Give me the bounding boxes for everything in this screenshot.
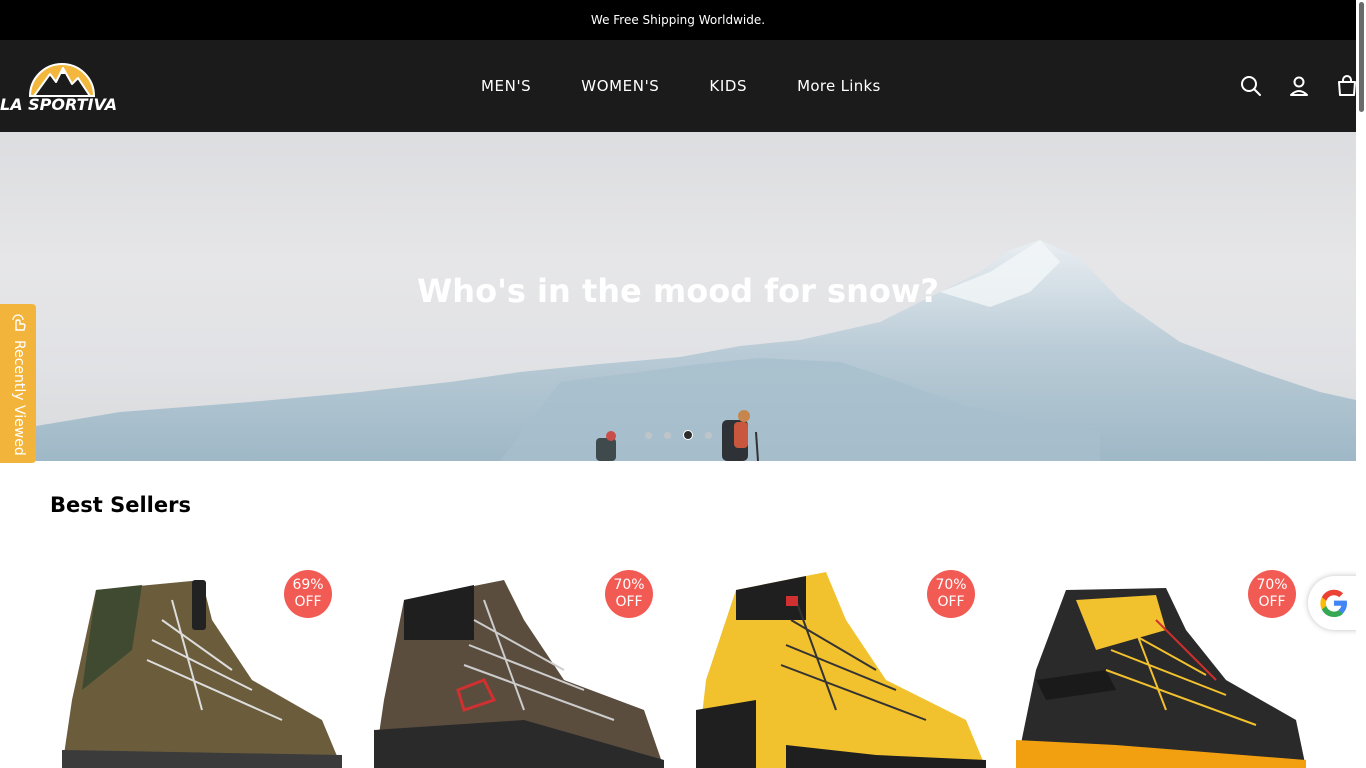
hero-title: Who's in the mood for snow? [417,272,939,310]
hero-banner[interactable]: Who's in the mood for snow? [0,132,1356,461]
recently-viewed-tab[interactable]: Recently Viewed [0,304,36,463]
slider-dot-1[interactable] [645,431,652,439]
announcement-text: We Free Shipping Worldwide. [590,13,766,27]
product-card[interactable]: 70% OFF [1016,560,1316,768]
announcement-bar: We Free Shipping Worldwide. [0,0,1356,40]
product-card[interactable]: 70% OFF [696,560,996,768]
discount-badge: 70% OFF [927,570,975,618]
account-icon[interactable] [1287,74,1311,98]
google-icon [1318,587,1350,623]
main-nav: MEN'S WOMEN'S KIDS More Links [456,40,906,132]
hand-tap-icon [10,314,26,336]
site-header: LA SPORTIVA MEN'S WOMEN'S KIDS More Link… [0,40,1356,132]
best-sellers-title: Best Sellers [50,493,191,517]
search-icon[interactable] [1239,74,1263,98]
svg-text:LA SPORTIVA: LA SPORTIVA [0,95,117,114]
page-scrollbar[interactable] [1356,0,1366,768]
nav-kids[interactable]: KIDS [709,77,747,95]
discount-badge: 70% OFF [1248,570,1296,618]
slider-dot-2[interactable] [664,431,671,439]
discount-badge: 70% OFF [605,570,653,618]
slider-dot-4[interactable] [705,431,712,439]
nav-womens[interactable]: WOMEN'S [581,77,659,95]
product-card[interactable]: 69% OFF [52,560,352,768]
brand-logo[interactable]: LA SPORTIVA [0,58,126,114]
slider-dots [645,430,724,440]
nav-mens[interactable]: MEN'S [481,77,531,95]
discount-badge: 69% OFF [284,570,332,618]
nav-more-links[interactable]: More Links [797,77,881,95]
slider-dot-3[interactable] [683,430,693,440]
recently-viewed-label: Recently Viewed [11,340,27,456]
scrollbar-thumb[interactable] [1359,2,1364,112]
product-card[interactable]: 70% OFF [374,560,674,768]
